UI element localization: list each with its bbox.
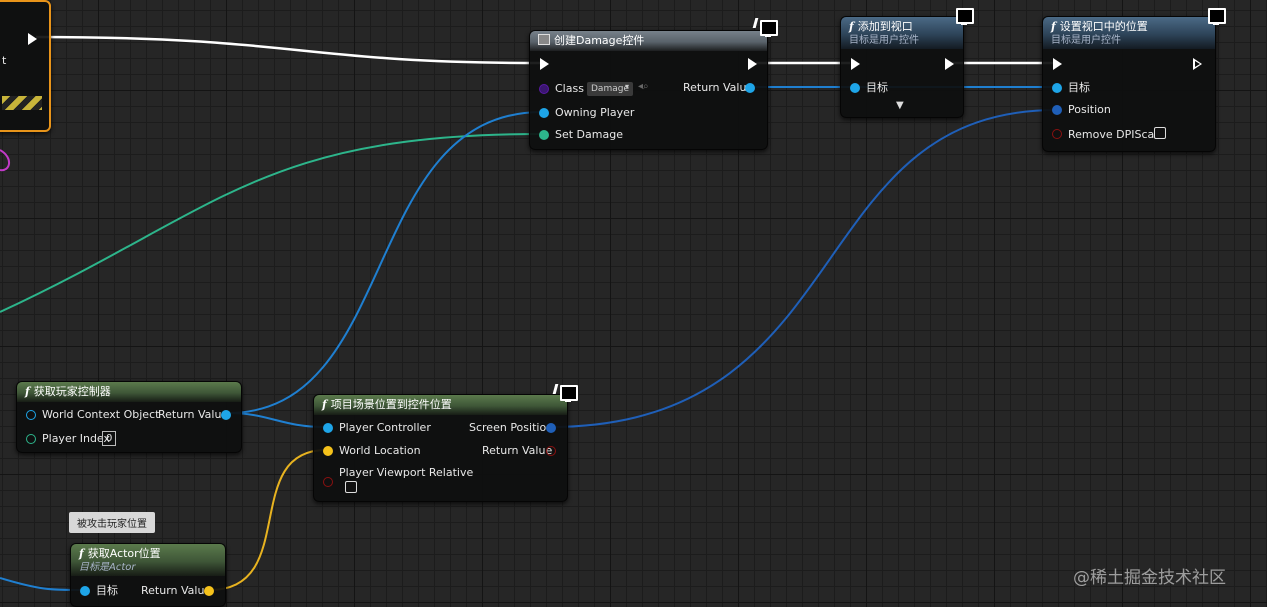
remove-dpi-checkbox[interactable] xyxy=(1154,127,1166,139)
owning-player-label: Owning Player xyxy=(555,106,635,119)
world-context-label: World Context Object xyxy=(42,408,160,421)
set-position-node[interactable]: f 设置视口中的位置 目标是用户控件 目标 Position Remove DPI… xyxy=(1042,16,1216,152)
get-actor-location-header: f 获取Actor位置 目标是Actor xyxy=(71,544,225,576)
world-location-label: World Location xyxy=(339,444,421,457)
project-world-header: f 项目场景位置到控件位置 xyxy=(314,395,567,415)
exec-wire-1 xyxy=(35,35,541,65)
add-to-viewport-title: 添加到视口 xyxy=(857,20,913,33)
screen-position-label: Screen Position xyxy=(469,421,554,434)
controller-wire xyxy=(227,412,327,428)
screen-position-pin[interactable] xyxy=(546,423,556,433)
target-label: 目标 xyxy=(96,584,118,597)
world-context-pin[interactable] xyxy=(26,410,36,420)
add-to-viewport-header: f 添加到视口 目标是用户控件 xyxy=(841,17,963,49)
target-pin[interactable] xyxy=(850,83,860,93)
position-pin[interactable] xyxy=(1052,105,1062,115)
exec-in-pin[interactable] xyxy=(1053,58,1062,70)
get-player-controller-title: 获取玩家控制器 xyxy=(33,385,111,398)
get-actor-location-node[interactable]: f 获取Actor位置 目标是Actor 目标 Return Value xyxy=(70,543,226,607)
set-damage-label: Set Damage xyxy=(555,128,623,141)
class-pin[interactable] xyxy=(539,84,549,94)
viewport-relative-pin[interactable] xyxy=(323,477,333,487)
network-icon xyxy=(956,8,974,25)
add-to-viewport-subtitle: 目标是用户控件 xyxy=(849,35,919,46)
function-icon: f xyxy=(79,547,84,560)
class-label: Class xyxy=(555,82,584,95)
function-icon: f xyxy=(322,398,327,411)
return-value-pin[interactable] xyxy=(204,586,214,596)
create-widget-node[interactable]: 创建Damage控件 Class Damage ▾ ◂⌕ Return Valu… xyxy=(529,30,768,150)
create-widget-title: 创建Damage控件 xyxy=(554,34,645,47)
return-value-pin[interactable] xyxy=(221,410,231,420)
exec-in-pin[interactable] xyxy=(540,58,549,70)
function-icon: f xyxy=(25,385,30,398)
owning-player-wire xyxy=(227,111,543,414)
browse-icon[interactable]: ◂⌕ xyxy=(638,81,649,92)
exec-out-pin-hollow xyxy=(1195,61,1200,67)
player-controller-label: Player Controller xyxy=(339,421,431,434)
expand-arrow-icon[interactable]: ▼ xyxy=(896,100,904,111)
viewport-relative-checkbox[interactable] xyxy=(345,481,357,493)
exec-out-pin[interactable] xyxy=(945,58,954,70)
network-icon xyxy=(560,385,578,402)
viewport-relative-label: Player Viewport Relative xyxy=(339,466,474,479)
screen-position-wire xyxy=(549,109,1057,428)
exec-out-pin[interactable] xyxy=(28,33,37,45)
set-position-title: 设置视口中的位置 xyxy=(1059,20,1148,33)
exec-in-pin[interactable] xyxy=(851,58,860,70)
watermark: @稀土掘金技术社区 xyxy=(1073,568,1226,588)
world-location-pin[interactable] xyxy=(323,446,333,456)
target-label: 目标 xyxy=(1068,81,1090,94)
target-pin[interactable] xyxy=(1052,83,1062,93)
owning-player-pin[interactable] xyxy=(539,108,549,118)
project-world-node[interactable]: f 项目场景位置到控件位置 Player Controller Screen Po… xyxy=(313,394,568,502)
return-value-pin[interactable] xyxy=(745,83,755,93)
create-widget-header: 创建Damage控件 xyxy=(530,31,767,51)
project-world-title: 项目场景位置到控件位置 xyxy=(330,398,452,411)
player-index-pin[interactable] xyxy=(26,434,36,444)
remove-dpi-label: Remove DPIScale xyxy=(1068,128,1165,141)
add-to-viewport-node[interactable]: f 添加到视口 目标是用户控件 目标 ▼ xyxy=(840,16,964,118)
world-location-wire xyxy=(209,449,327,591)
hazard-stripe xyxy=(2,96,42,110)
remove-dpi-pin[interactable] xyxy=(1052,129,1062,139)
set-position-subtitle: 目标是用户控件 xyxy=(1051,35,1121,46)
magenta-wire xyxy=(0,149,10,172)
get-actor-location-title: 获取Actor位置 xyxy=(87,547,161,560)
chevron-down-icon: ▾ xyxy=(625,82,630,91)
comment-text: 被攻击玩家位置 xyxy=(77,519,147,530)
player-index-label: Player Index xyxy=(42,432,111,445)
function-icon: f xyxy=(1051,20,1056,33)
player-index-field[interactable]: 0 xyxy=(102,431,117,446)
network-icon xyxy=(760,20,778,37)
comment-bubble[interactable]: 被攻击玩家位置 xyxy=(69,512,155,533)
get-player-controller-header: f 获取玩家控制器 xyxy=(17,382,241,402)
position-label: Position xyxy=(1068,103,1111,116)
set-damage-pin[interactable] xyxy=(539,130,549,140)
set-position-header: f 设置视口中的位置 目标是用户控件 xyxy=(1043,17,1215,49)
player-controller-pin[interactable] xyxy=(323,423,333,433)
function-icon: f xyxy=(849,20,854,33)
return-value-label: Return Value xyxy=(683,81,754,94)
target-pin[interactable] xyxy=(80,586,90,596)
get-player-controller-node[interactable]: f 获取玩家控制器 World Context Object Return Val… xyxy=(16,381,242,453)
partial-label: t xyxy=(2,54,7,67)
return-value-label: Return Value xyxy=(141,584,212,597)
return-value-pin[interactable] xyxy=(546,446,556,456)
widget-icon xyxy=(538,34,550,45)
return-value-label: Return Value xyxy=(158,408,229,421)
return-value-label: Return Value xyxy=(482,444,553,457)
partial-event-node[interactable]: t xyxy=(0,0,51,132)
exec-out-pin[interactable] xyxy=(748,58,757,70)
set-damage-wire xyxy=(0,133,543,313)
get-actor-location-subtitle: 目标是Actor xyxy=(79,562,136,573)
network-icon xyxy=(1208,8,1226,25)
target-label: 目标 xyxy=(866,81,888,94)
